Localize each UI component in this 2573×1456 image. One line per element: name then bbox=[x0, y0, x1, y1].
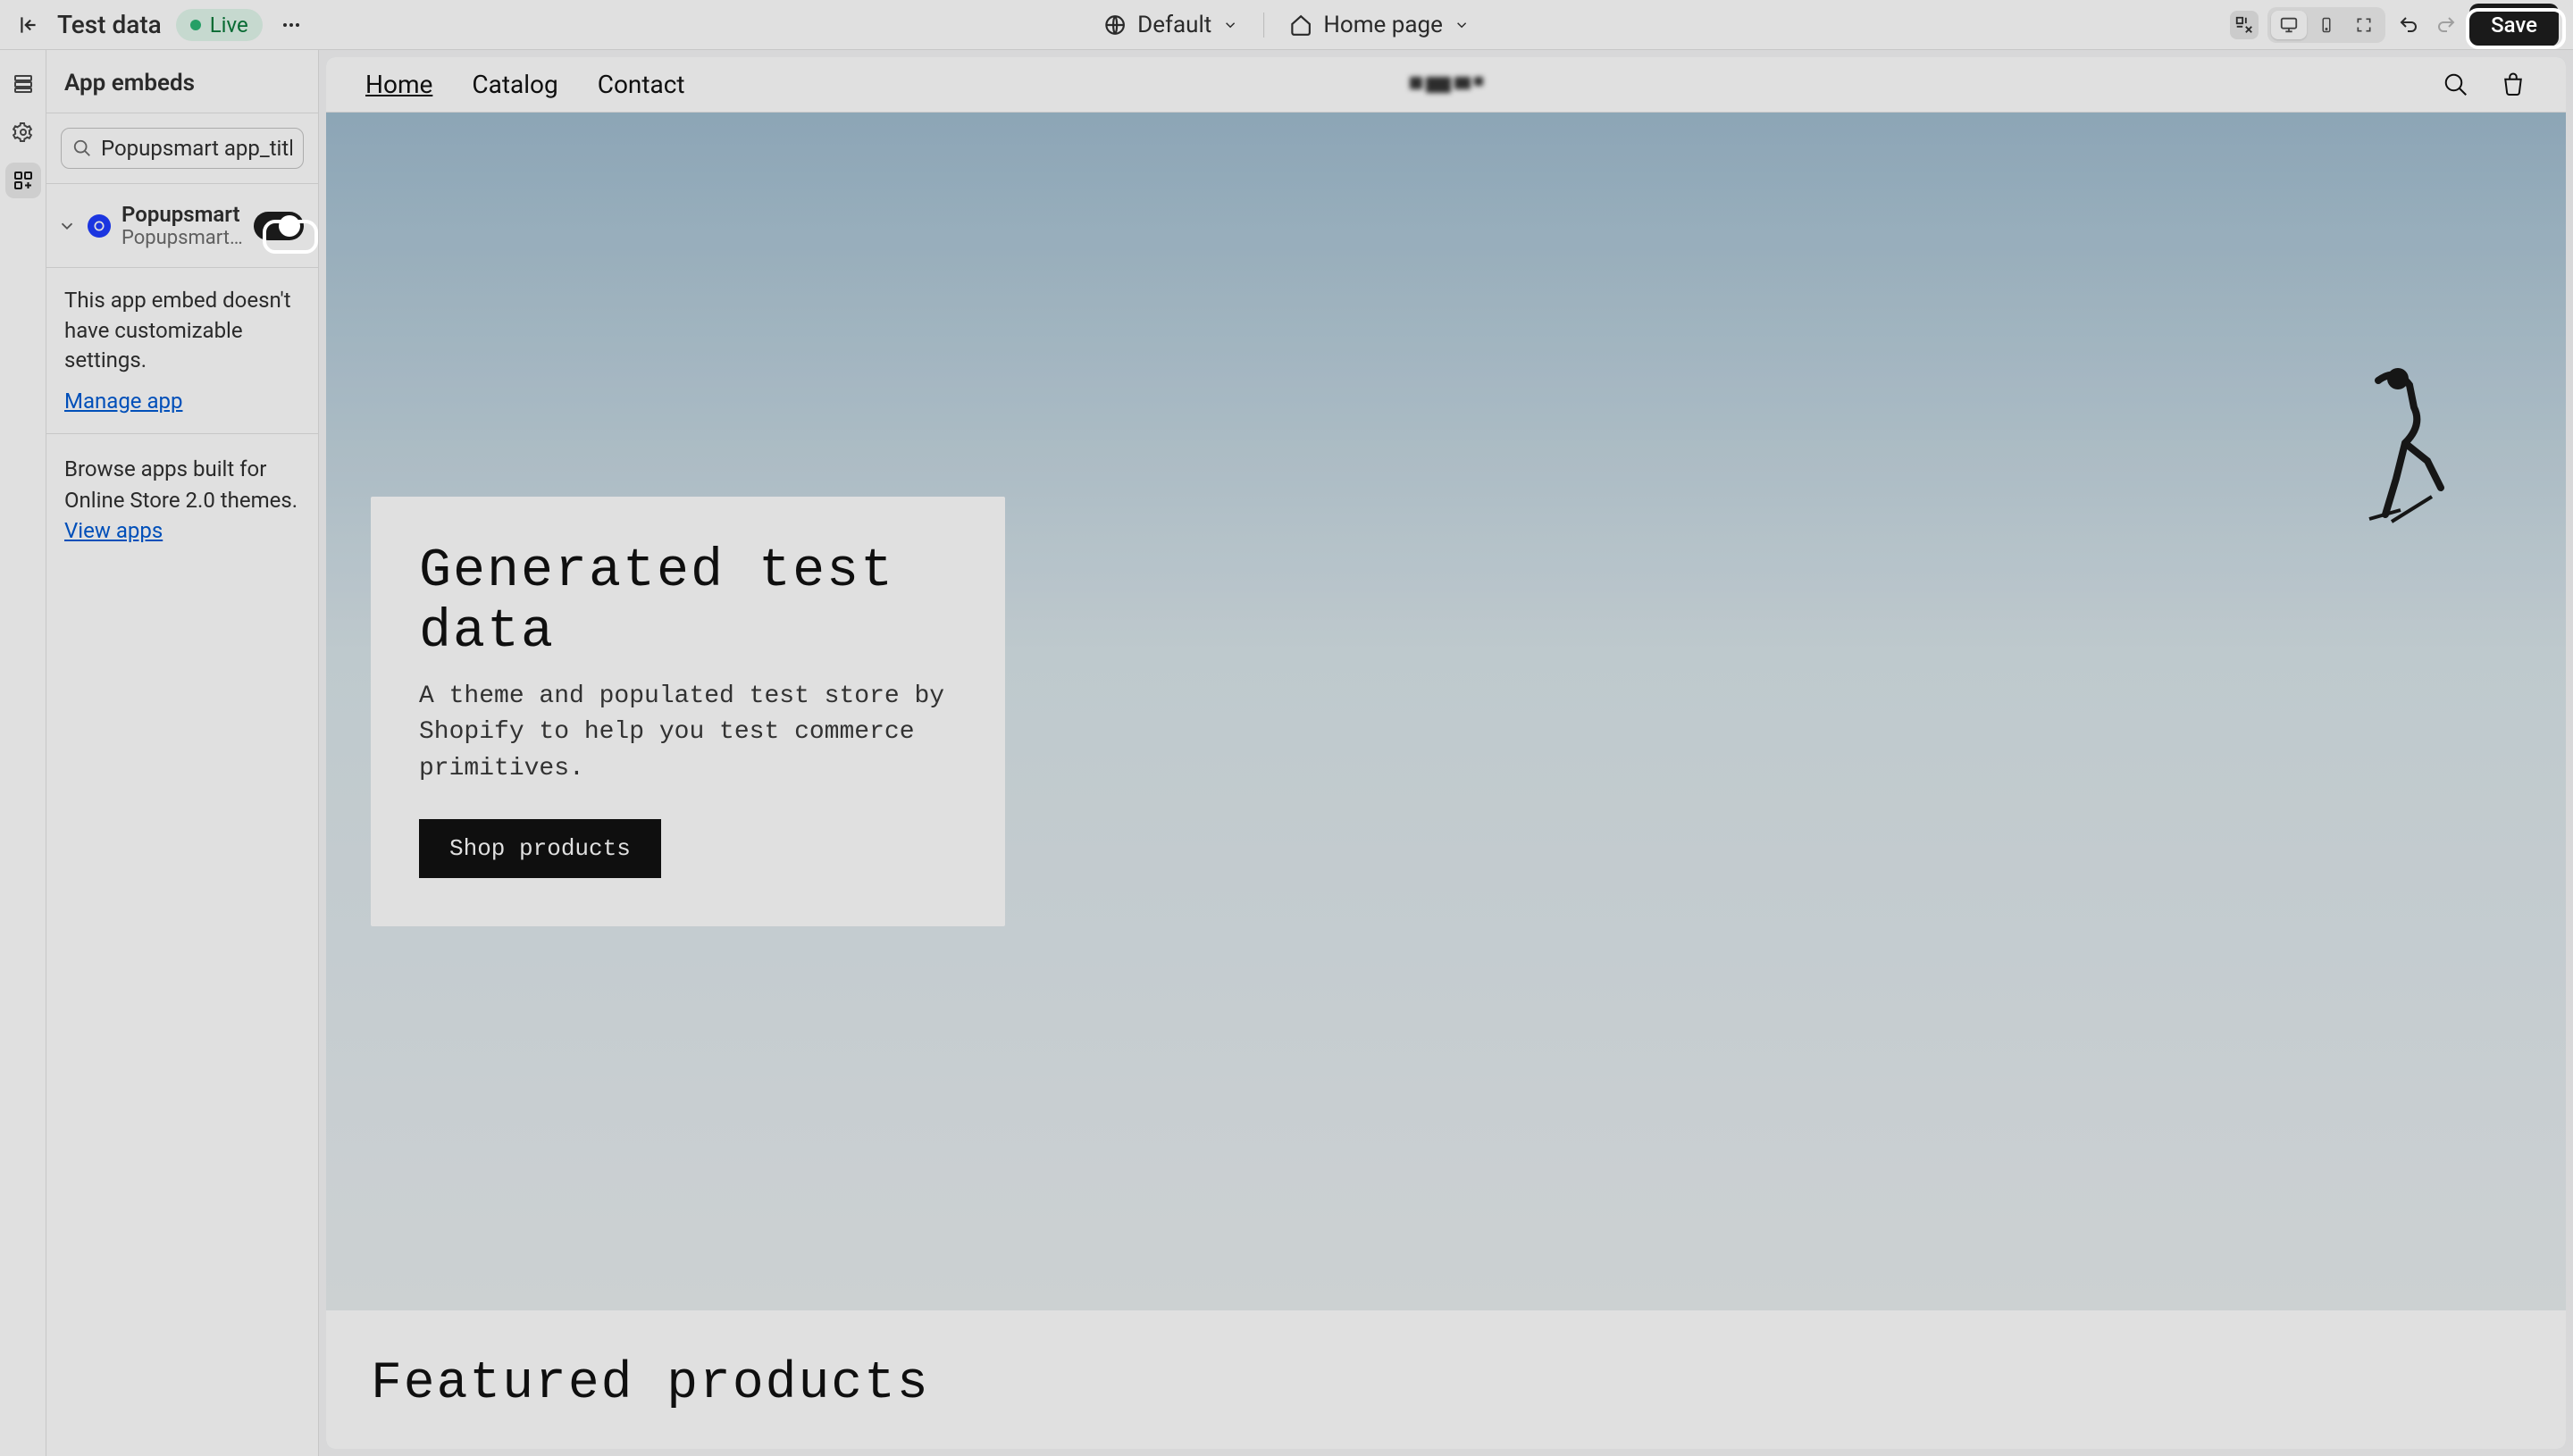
live-badge: Live bbox=[176, 9, 263, 41]
gear-icon bbox=[13, 121, 34, 143]
monitor-icon bbox=[2279, 15, 2299, 35]
preview-frame: Home Catalog Contact bbox=[326, 57, 2566, 1449]
app-embeds-panel: App embeds Popupsmart Popupsmart:Popup, … bbox=[46, 50, 319, 1456]
topbar: Test data Live Default Home page bbox=[0, 0, 2573, 50]
store-logo[interactable] bbox=[1410, 77, 1483, 93]
undo-button[interactable] bbox=[2394, 11, 2423, 39]
home-icon bbox=[1289, 13, 1312, 37]
search-icon[interactable] bbox=[2443, 71, 2469, 98]
exit-icon[interactable] bbox=[14, 11, 43, 39]
manage-app-link[interactable]: Manage app bbox=[46, 389, 318, 434]
chevron-down-icon[interactable] bbox=[57, 216, 77, 236]
hero-card: Generated test data A theme and populate… bbox=[371, 497, 1005, 927]
chevron-down-icon bbox=[1454, 17, 1470, 33]
store-nav-contact[interactable]: Contact bbox=[598, 70, 685, 99]
sections-tab[interactable] bbox=[5, 66, 41, 102]
inspector-icon[interactable] bbox=[2230, 11, 2259, 39]
search-icon bbox=[72, 138, 92, 158]
page-title: Test data bbox=[57, 10, 162, 39]
mobile-view-button[interactable] bbox=[2309, 11, 2344, 39]
redo-icon bbox=[2435, 14, 2457, 36]
mobile-icon bbox=[2318, 15, 2334, 35]
fullscreen-icon bbox=[2355, 16, 2373, 34]
theme-settings-tab[interactable] bbox=[5, 114, 41, 150]
app-embeds-tab[interactable] bbox=[5, 163, 41, 198]
embed-subtitle: Popupsmart:Popup, Sales, ... bbox=[122, 227, 243, 249]
undo-icon bbox=[2398, 14, 2419, 36]
fullscreen-view-button[interactable] bbox=[2346, 11, 2382, 39]
more-icon[interactable] bbox=[277, 11, 306, 39]
sections-icon bbox=[13, 73, 34, 95]
panel-title: App embeds bbox=[46, 50, 318, 113]
skier-image bbox=[2351, 363, 2459, 523]
page-selector-label: Home page bbox=[1323, 12, 1443, 38]
live-badge-label: Live bbox=[210, 13, 248, 38]
embed-name: Popupsmart bbox=[122, 202, 243, 227]
view-apps-link[interactable]: View apps bbox=[64, 518, 163, 543]
locale-label: Default bbox=[1137, 12, 1211, 38]
hero-section: Generated test data A theme and populate… bbox=[326, 113, 2566, 1310]
store-header: Home Catalog Contact bbox=[326, 57, 2566, 113]
embed-toggle[interactable] bbox=[254, 212, 304, 240]
apps-icon bbox=[13, 170, 34, 191]
search-input[interactable] bbox=[101, 136, 292, 161]
featured-section: Featured products bbox=[326, 1310, 2566, 1449]
cart-icon[interactable] bbox=[2500, 71, 2527, 98]
store-nav-home[interactable]: Home bbox=[365, 70, 432, 99]
locale-selector[interactable]: Default bbox=[1103, 12, 1238, 38]
browse-text: Browse apps built for Online Store 2.0 t… bbox=[46, 434, 318, 566]
store-nav-catalog[interactable]: Catalog bbox=[472, 70, 557, 99]
preview-area: Home Catalog Contact bbox=[319, 50, 2573, 1456]
page-selector[interactable]: Home page bbox=[1289, 12, 1470, 38]
shop-products-button[interactable]: Shop products bbox=[419, 819, 661, 878]
browse-copy: Browse apps built for Online Store 2.0 t… bbox=[64, 456, 298, 513]
hero-subtitle: A theme and populated test store by Shop… bbox=[419, 679, 957, 788]
featured-title: Featured products bbox=[371, 1355, 2521, 1413]
redo-button[interactable] bbox=[2432, 11, 2460, 39]
embed-item: Popupsmart Popupsmart:Popup, Sales, ... bbox=[46, 184, 318, 268]
app-logo-icon bbox=[88, 214, 111, 238]
device-viewport-group bbox=[2267, 7, 2385, 43]
live-dot-icon bbox=[190, 20, 201, 30]
save-button[interactable]: Save bbox=[2469, 4, 2559, 46]
embed-description: This app embed doesn't have customizable… bbox=[46, 268, 318, 389]
hero-title: Generated test data bbox=[419, 541, 957, 663]
chevron-down-icon bbox=[1222, 17, 1238, 33]
search-box[interactable] bbox=[61, 128, 304, 169]
side-rail bbox=[0, 50, 46, 1456]
globe-icon bbox=[1103, 13, 1127, 37]
desktop-view-button[interactable] bbox=[2271, 11, 2307, 39]
